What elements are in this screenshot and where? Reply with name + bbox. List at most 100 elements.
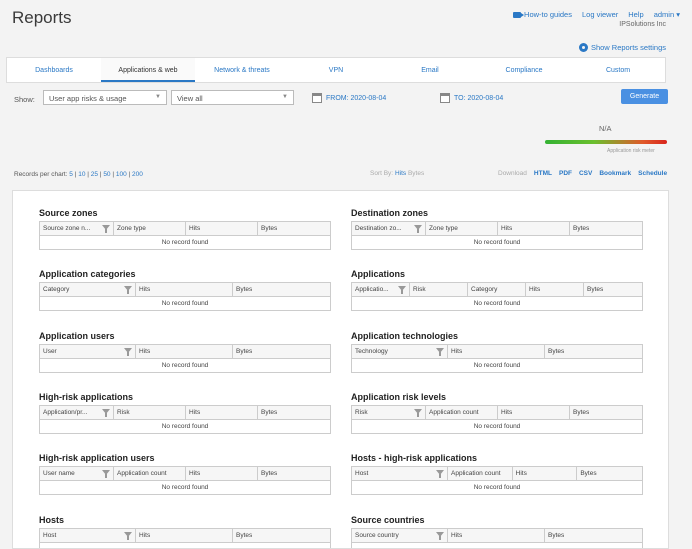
column-header[interactable]: Host: [352, 467, 448, 481]
column-header[interactable]: Risk: [114, 405, 186, 419]
column-header[interactable]: Bytes: [258, 222, 330, 235]
table-header: Host Hits Bytes: [40, 528, 330, 543]
report-tabs: Dashboards Applications & web Network & …: [6, 57, 666, 83]
column-header[interactable]: Category: [468, 283, 526, 297]
from-date-picker[interactable]: FROM: 2020-08-04: [312, 93, 386, 103]
column-header[interactable]: Category: [40, 283, 136, 297]
column-header[interactable]: Bytes: [233, 345, 330, 358]
filter-icon[interactable]: [102, 470, 110, 479]
report-title: Application technologies: [351, 330, 459, 341]
column-header[interactable]: Hits: [136, 283, 233, 297]
column-header[interactable]: Hits: [186, 222, 258, 235]
column-header[interactable]: Application count: [448, 467, 513, 481]
filter-icon[interactable]: [124, 531, 132, 540]
tab-dashboards[interactable]: Dashboards: [7, 58, 101, 82]
records-option-5[interactable]: 5: [69, 171, 73, 178]
column-header[interactable]: Bytes: [584, 283, 642, 296]
to-date-picker[interactable]: TO: 2020-08-04: [440, 93, 503, 103]
column-header[interactable]: Bytes: [545, 529, 642, 542]
filter-icon[interactable]: [102, 225, 110, 233]
column-header[interactable]: Bytes: [570, 222, 642, 235]
column-header[interactable]: Hits: [498, 405, 570, 419]
filter-icon[interactable]: [436, 531, 444, 540]
column-header[interactable]: Hits: [136, 528, 233, 542]
download-pdf-link[interactable]: PDF: [559, 170, 572, 177]
help-link[interactable]: Help: [628, 10, 643, 19]
column-header[interactable]: Application/pr...: [40, 405, 114, 419]
column-header[interactable]: Risk: [410, 283, 468, 297]
records-option-10[interactable]: 10: [78, 171, 85, 178]
filter-icon[interactable]: [102, 408, 110, 417]
column-header[interactable]: Hits: [526, 283, 584, 297]
filter-icon[interactable]: [124, 286, 132, 295]
how-to-guides-link[interactable]: How-to guides: [513, 10, 572, 19]
column-header[interactable]: Risk: [352, 405, 426, 419]
column-header[interactable]: Hits: [136, 344, 233, 358]
table-header: User Hits Bytes: [40, 344, 330, 359]
records-option-200[interactable]: 200: [132, 171, 143, 178]
column-header[interactable]: Destination zo...: [352, 222, 426, 235]
log-viewer-link[interactable]: Log viewer: [582, 10, 618, 19]
column-header[interactable]: User name: [40, 467, 114, 481]
filter-icon[interactable]: [124, 347, 132, 356]
report-title: Hosts: [39, 514, 65, 525]
filter-icon[interactable]: [436, 347, 444, 356]
column-header[interactable]: Bytes: [258, 467, 330, 480]
tab-custom[interactable]: Custom: [571, 58, 665, 82]
column-header[interactable]: Bytes: [233, 283, 330, 296]
empty-message: No record found: [161, 484, 209, 492]
report-table: Application/pr... Risk Hits Bytes No record …: [39, 404, 331, 434]
sort-hits-link[interactable]: Hits: [395, 170, 406, 177]
column-header[interactable]: Hits: [186, 467, 258, 481]
column-header[interactable]: Zone type: [426, 222, 498, 235]
bookmark-link[interactable]: Bookmark: [599, 170, 631, 177]
column-header[interactable]: User: [40, 344, 136, 358]
column-header[interactable]: Technology: [352, 344, 448, 358]
column-header[interactable]: Source zone n...: [40, 222, 114, 235]
column-header[interactable]: Bytes: [258, 406, 330, 419]
show-reports-settings-link[interactable]: Show Reports settings: [578, 43, 666, 52]
sort-by: Sort By: Hits Bytes: [370, 170, 425, 177]
view-select[interactable]: View all ▼: [171, 90, 294, 105]
table-header: Host Application count Hits Bytes: [352, 467, 642, 482]
column-header[interactable]: Bytes: [233, 529, 330, 542]
generate-button[interactable]: Generate: [621, 89, 668, 104]
tab-applications-web[interactable]: Applications & web: [101, 58, 195, 82]
column-header[interactable]: Bytes: [577, 467, 642, 480]
column-header[interactable]: Hits: [448, 528, 545, 542]
column-header[interactable]: Source country: [352, 528, 448, 542]
filter-icon[interactable]: [398, 286, 406, 295]
column-header[interactable]: Bytes: [545, 345, 642, 358]
filter-icon[interactable]: [414, 408, 422, 417]
column-header[interactable]: Bytes: [570, 406, 642, 419]
column-header[interactable]: Zone type: [114, 222, 186, 235]
tab-compliance[interactable]: Compliance: [477, 58, 571, 82]
column-header[interactable]: Hits: [448, 344, 545, 358]
sort-bytes-link[interactable]: Bytes: [408, 170, 424, 177]
table-header: Category Hits Bytes: [40, 283, 330, 298]
column-header[interactable]: Applicatio...: [352, 283, 410, 297]
table-header: Application/pr... Risk Hits Bytes: [40, 405, 330, 420]
tab-vpn[interactable]: VPN: [289, 58, 383, 82]
download-html-link[interactable]: HTML: [534, 170, 552, 177]
filter-icon[interactable]: [436, 470, 444, 479]
schedule-link[interactable]: Schedule: [638, 170, 667, 177]
download-csv-link[interactable]: CSV: [579, 170, 592, 177]
admin-menu[interactable]: admin ▾: [654, 10, 680, 19]
column-header[interactable]: Hits: [498, 222, 570, 235]
records-option-25[interactable]: 25: [91, 171, 98, 178]
column-header[interactable]: Application count: [426, 405, 498, 419]
records-option-100[interactable]: 100: [116, 171, 127, 178]
records-option-50[interactable]: 50: [103, 171, 110, 178]
column-header[interactable]: Host: [40, 528, 136, 542]
tab-network-threats[interactable]: Network & threats: [195, 58, 289, 82]
gear-icon: [578, 43, 588, 52]
column-header[interactable]: Hits: [513, 467, 578, 481]
tab-email[interactable]: Email: [383, 58, 477, 82]
filter-icon[interactable]: [414, 225, 422, 233]
column-header[interactable]: Hits: [186, 405, 258, 419]
report-widget: Hosts - high-risk applications Host Applic…: [351, 453, 643, 496]
table-header: Source zone n... Zone type Hits Bytes: [40, 222, 330, 236]
column-header[interactable]: Application count: [114, 467, 186, 481]
report-select[interactable]: User app risks & usage ▼: [43, 90, 167, 105]
